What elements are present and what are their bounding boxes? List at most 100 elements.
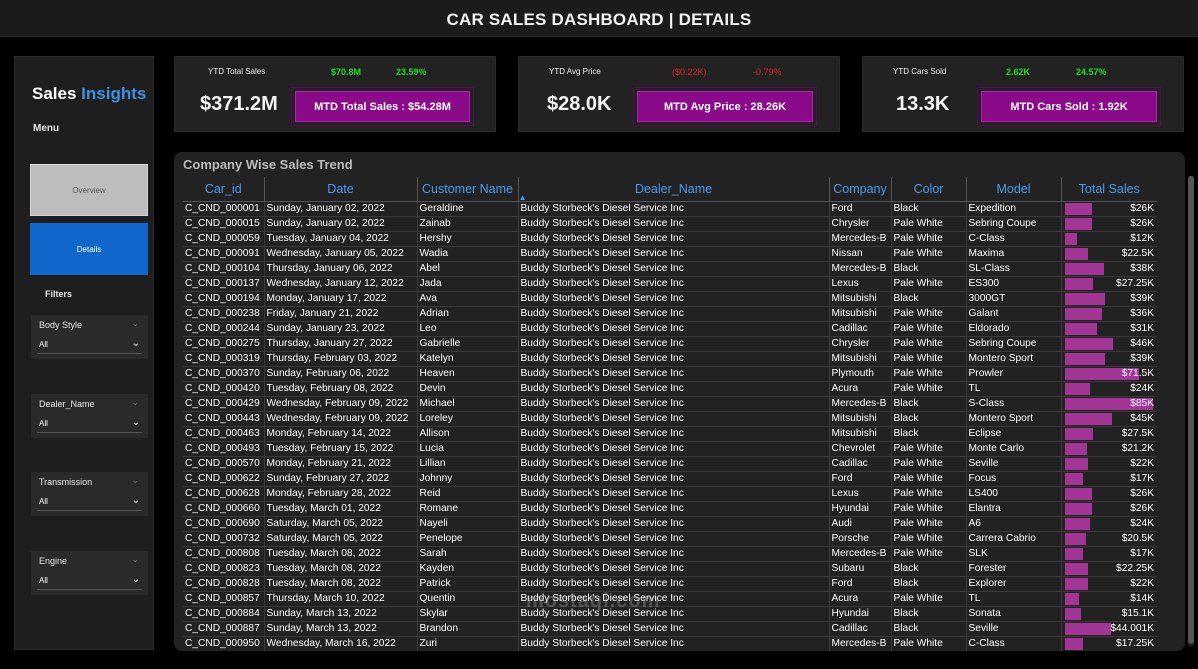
collapse-chevron-icon[interactable]: ⌄ xyxy=(131,397,139,408)
column-header-model[interactable]: Model xyxy=(966,177,1062,202)
sales-data-bar xyxy=(1064,292,1105,305)
cell-customer-name: Devin xyxy=(417,381,519,397)
sales-data-bar xyxy=(1064,307,1102,320)
cell-model: Elantra xyxy=(966,501,1062,517)
column-header-company[interactable]: Company xyxy=(829,177,892,202)
cell-company: Acura xyxy=(829,591,892,607)
table-row[interactable]: C_CND_000628 Monday, February 28, 2022 Rei… xyxy=(183,486,1157,502)
cell-color: Pale White xyxy=(891,441,967,457)
cell-total-sales: $27.25K xyxy=(1061,276,1157,292)
table-row[interactable]: C_CND_000059 Tuesday, January 04, 2022 Her… xyxy=(183,231,1157,247)
table-row[interactable]: C_CND_000244 Sunday, January 23, 2022 Leo B… xyxy=(183,321,1157,337)
sales-value: $46K xyxy=(1130,337,1154,349)
details-nav-button[interactable]: Details xyxy=(30,223,148,275)
kpi-delta-percent: 23.59% xyxy=(396,67,427,77)
menu-label: Menu xyxy=(33,123,60,134)
cell-total-sales: $46K xyxy=(1061,336,1157,352)
cell-car-id: C_CND_000887 xyxy=(183,621,265,637)
cell-customer-name: Loreley xyxy=(417,411,519,427)
cell-customer-name: Lillian xyxy=(417,456,519,472)
slicer-selected-value[interactable]: All xyxy=(39,497,48,506)
table-scrollbar[interactable] xyxy=(1188,176,1194,646)
body-style-slicer[interactable]: Body Style ⌄ All ⌄ xyxy=(31,315,148,359)
cell-color: Black xyxy=(891,426,967,442)
cell-dealer-name: Buddy Storbeck's Diesel Service Inc xyxy=(518,261,830,277)
cell-car-id: C_CND_000732 xyxy=(183,531,265,547)
column-header-customer-name[interactable]: Customer Name ▲ xyxy=(417,177,527,202)
table-row[interactable]: C_CND_000823 Tuesday, March 08, 2022 Kayde… xyxy=(183,561,1157,577)
table-row[interactable]: C_CND_000690 Saturday, March 05, 2022 Naye… xyxy=(183,516,1157,532)
table-row[interactable]: C_CND_000463 Monday, February 14, 2022 All… xyxy=(183,426,1157,442)
scrollbar-thumb[interactable] xyxy=(1188,176,1194,644)
sales-value: $26K xyxy=(1130,502,1154,514)
transmission-slicer[interactable]: Transmission ⌄ All ⌄ xyxy=(31,472,148,516)
sales-data-bar xyxy=(1064,487,1092,500)
table-row[interactable]: C_CND_000091 Wednesday, January 05, 2022 W… xyxy=(183,246,1157,262)
cell-dealer-name: Buddy Storbeck's Diesel Service Inc xyxy=(518,216,830,232)
table-row[interactable]: C_CND_000570 Monday, February 21, 2022 Lil… xyxy=(183,456,1157,472)
cell-company: Hyundai xyxy=(829,501,892,517)
cell-date: Tuesday, February 15, 2022 xyxy=(264,441,418,457)
cell-car-id: C_CND_000622 xyxy=(183,471,265,487)
table-row[interactable]: C_CND_000950 Wednesday, March 16, 2022 Zur… xyxy=(183,636,1157,651)
sales-value: $27.5K xyxy=(1121,427,1154,439)
engine-slicer[interactable]: Engine ⌄ All ⌄ xyxy=(31,551,148,595)
chevron-down-icon[interactable]: ⌄ xyxy=(132,574,140,585)
table-row[interactable]: C_CND_000238 Friday, January 21, 2022 Adri… xyxy=(183,306,1157,322)
column-header-dealer-name[interactable]: Dealer_Name xyxy=(518,177,830,202)
cell-total-sales: $17K xyxy=(1061,471,1157,487)
cell-total-sales: $45K xyxy=(1061,411,1157,427)
table-row[interactable]: C_CND_000884 Sunday, March 13, 2022 Skylar… xyxy=(183,606,1157,622)
table-row[interactable]: C_CND_000015 Sunday, January 02, 2022 Zain… xyxy=(183,216,1157,232)
slicer-selected-value[interactable]: All xyxy=(39,419,48,428)
chevron-down-icon[interactable]: ⌄ xyxy=(132,417,140,428)
sales-data-bar xyxy=(1064,472,1083,485)
collapse-chevron-icon[interactable]: ⌄ xyxy=(131,554,139,565)
table-row[interactable]: C_CND_000429 Wednesday, February 09, 2022… xyxy=(183,396,1157,412)
cell-model: Seville xyxy=(966,621,1062,637)
table-row[interactable]: C_CND_000194 Monday, January 17, 2022 Ava B… xyxy=(183,291,1157,307)
cell-customer-name: Johnny xyxy=(417,471,519,487)
table-row[interactable]: C_CND_000887 Sunday, March 13, 2022 Brando… xyxy=(183,621,1157,637)
table-row[interactable]: C_CND_000137 Wednesday, January 12, 2022 J… xyxy=(183,276,1157,292)
cell-date: Tuesday, March 01, 2022 xyxy=(264,501,418,517)
cell-car-id: C_CND_000823 xyxy=(183,561,265,577)
dealer-name-slicer[interactable]: Dealer_Name ⌄ All ⌄ xyxy=(31,394,148,438)
table-row[interactable]: C_CND_000493 Tuesday, February 15, 2022 Lu… xyxy=(183,441,1157,457)
collapse-chevron-icon[interactable]: ⌄ xyxy=(131,318,139,329)
kpi-delta-percent: -0.79% xyxy=(753,67,782,77)
table-row[interactable]: C_CND_000370 Sunday, February 06, 2022 Hea… xyxy=(183,366,1157,382)
cell-model: TL xyxy=(966,591,1062,607)
cell-model: C-Class xyxy=(966,636,1062,651)
slicer-selected-value[interactable]: All xyxy=(39,576,48,585)
sales-value: $26K xyxy=(1130,217,1154,229)
kpi-card-avg-price: YTD Avg Price ($0.22K) -0.79% $28.0K MTD… xyxy=(518,56,840,132)
table-row[interactable]: C_CND_000001 Sunday, January 02, 2022 Gera… xyxy=(183,201,1157,217)
cell-dealer-name: Buddy Storbeck's Diesel Service Inc xyxy=(518,291,830,307)
table-row[interactable]: C_CND_000443 Wednesday, February 09, 2022… xyxy=(183,411,1157,427)
table-row[interactable]: C_CND_000622 Sunday, February 27, 2022 Joh… xyxy=(183,471,1157,487)
chevron-down-icon[interactable]: ⌄ xyxy=(132,338,140,349)
table-row[interactable]: C_CND_000857 Thursday, March 10, 2022 Quen… xyxy=(183,591,1157,607)
table-row[interactable]: C_CND_000275 Thursday, January 27, 2022 Ga… xyxy=(183,336,1157,352)
overview-nav-button[interactable]: Overview xyxy=(30,164,148,216)
column-header-date[interactable]: Date xyxy=(264,177,418,202)
column-header-car-id[interactable]: Car_id xyxy=(183,177,265,202)
table-row[interactable]: C_CND_000660 Tuesday, March 01, 2022 Roman… xyxy=(183,501,1157,517)
slicer-selected-value[interactable]: All xyxy=(39,340,48,349)
column-header-color[interactable]: Color xyxy=(891,177,967,202)
collapse-chevron-icon[interactable]: ⌄ xyxy=(131,475,139,486)
cell-dealer-name: Buddy Storbeck's Diesel Service Inc xyxy=(518,306,830,322)
chevron-down-icon[interactable]: ⌄ xyxy=(132,495,140,506)
watermark: mostaql.com xyxy=(526,590,661,612)
column-header-total-sales[interactable]: Total Sales xyxy=(1061,177,1157,202)
sales-data-bar xyxy=(1064,262,1104,275)
table-row[interactable]: C_CND_000828 Tuesday, March 08, 2022 Patri… xyxy=(183,576,1157,592)
kpi-value: $371.2M xyxy=(200,93,278,115)
table-row[interactable]: C_CND_000732 Saturday, March 05, 2022 Pene… xyxy=(183,531,1157,547)
table-row[interactable]: C_CND_000319 Thursday, February 03, 2022 K… xyxy=(183,351,1157,367)
table-row[interactable]: C_CND_000104 Thursday, January 06, 2022 Ab… xyxy=(183,261,1157,277)
cell-customer-name: Penelope xyxy=(417,531,519,547)
table-row[interactable]: C_CND_000420 Tuesday, February 08, 2022 De… xyxy=(183,381,1157,397)
table-row[interactable]: C_CND_000808 Tuesday, March 08, 2022 Sarah… xyxy=(183,546,1157,562)
